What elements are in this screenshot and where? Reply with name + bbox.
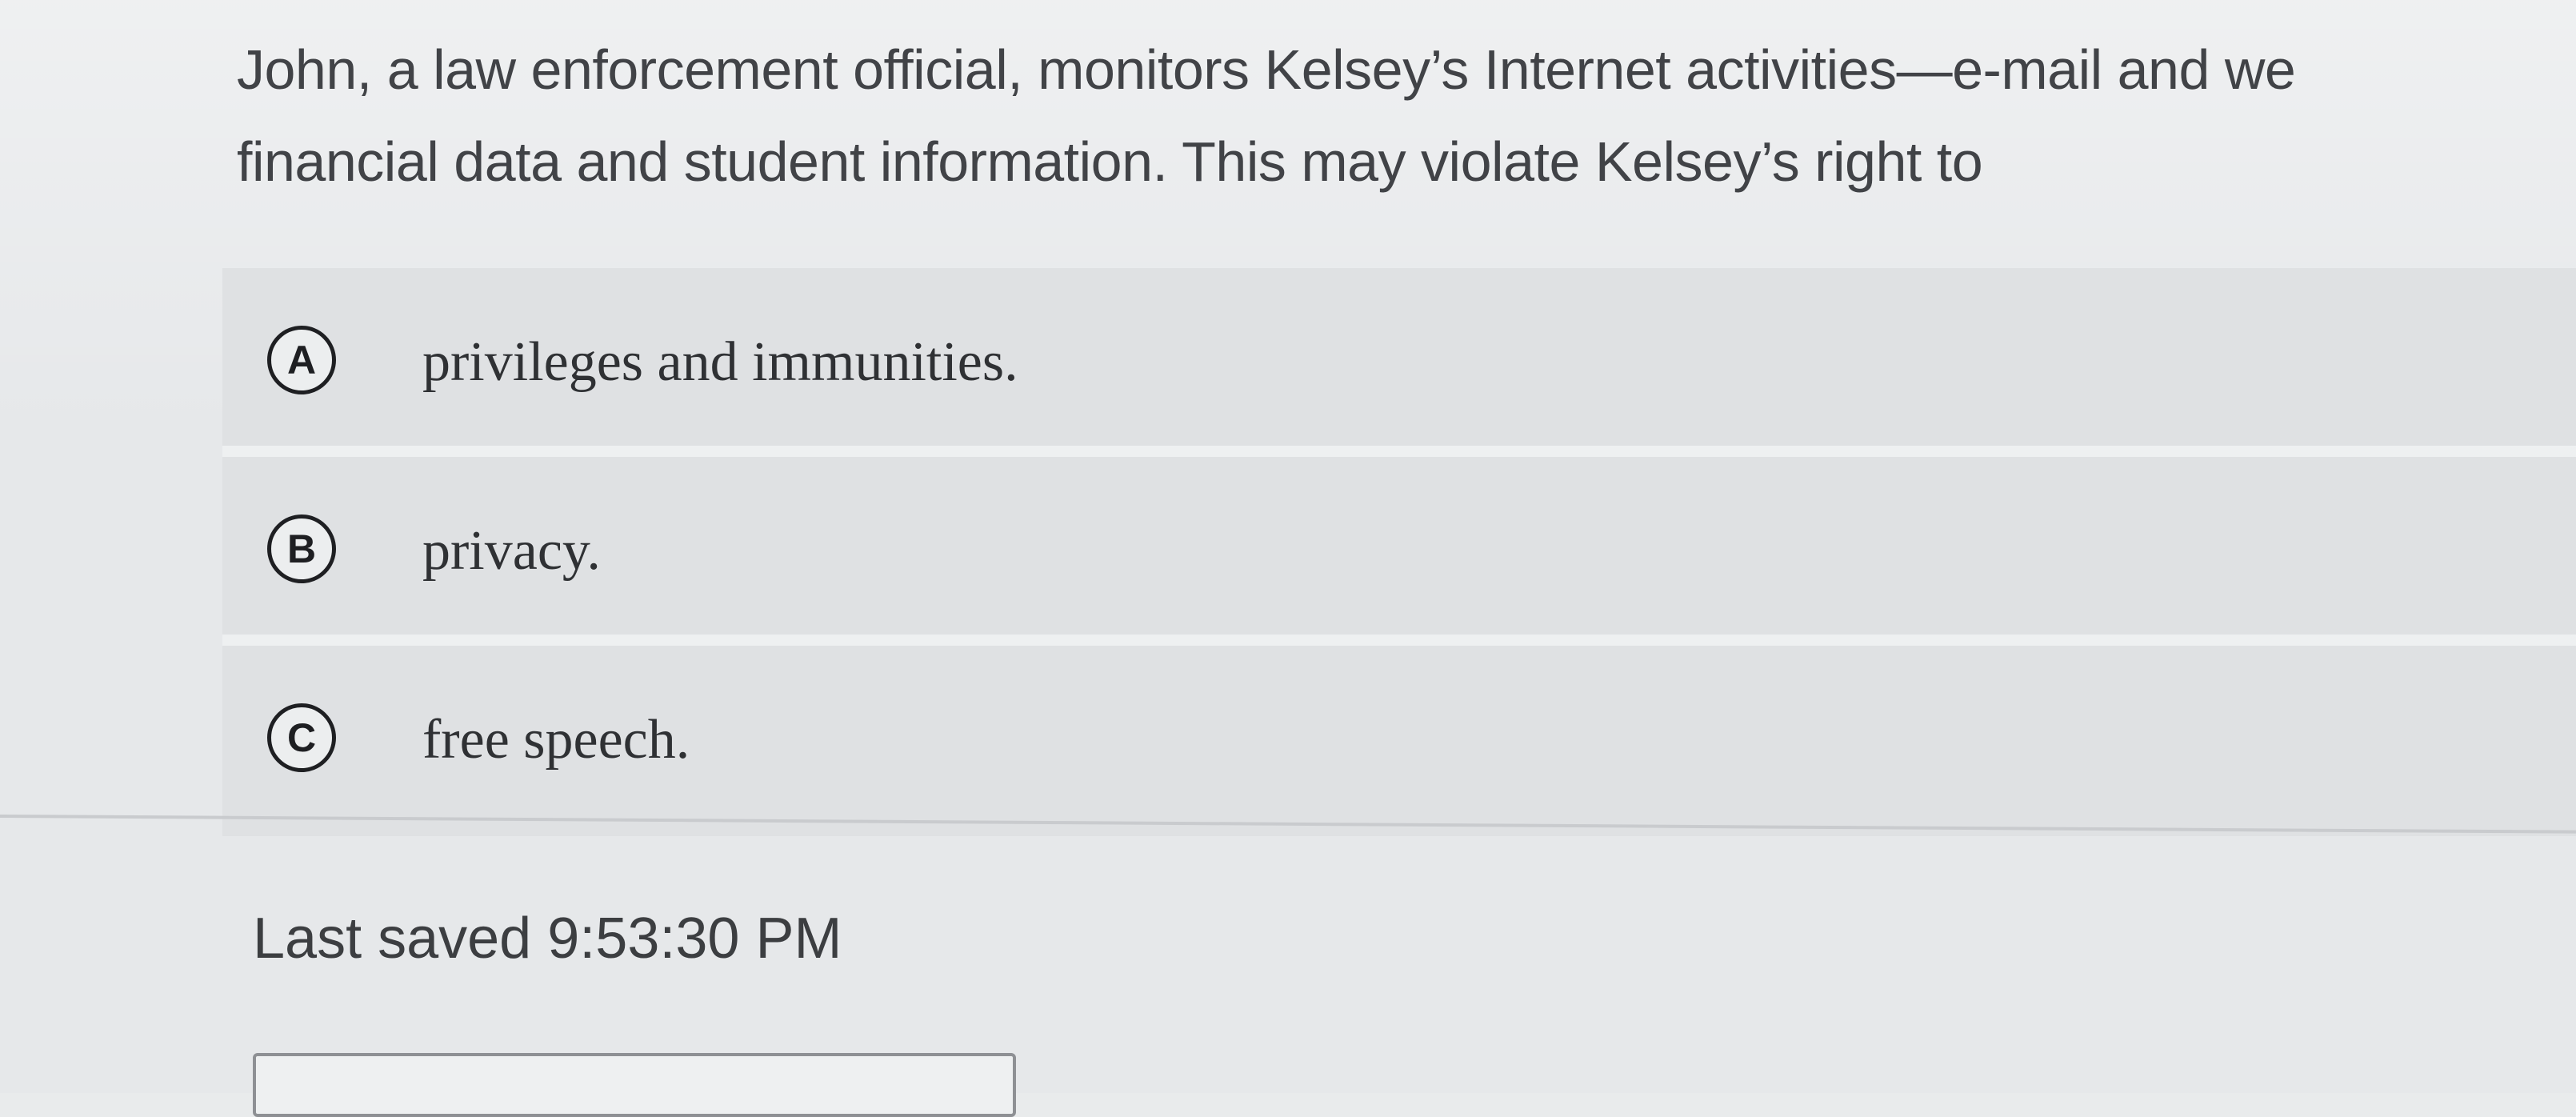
choice-b-letter-badge[interactable]: B xyxy=(267,514,336,583)
quiz-page: John, a law enforcement official, monito… xyxy=(0,0,2576,1117)
question-prompt: John, a law enforcement official, monito… xyxy=(237,24,2576,208)
last-saved-status: Last saved 9:53:30 PM xyxy=(253,907,842,971)
choice-c[interactable]: C free speech. xyxy=(222,646,2576,836)
response-input-box[interactable] xyxy=(253,1053,1016,1117)
choice-b-text: privacy. xyxy=(422,520,601,582)
choice-c-letter-badge[interactable]: C xyxy=(267,703,336,772)
choice-a-letter-badge[interactable]: A xyxy=(267,326,336,394)
answer-choices: A privileges and immunities. B privacy. … xyxy=(222,268,2576,836)
question-line-1: John, a law enforcement official, monito… xyxy=(237,38,2296,101)
choice-a[interactable]: A privileges and immunities. xyxy=(222,268,2576,457)
choice-a-text: privileges and immunities. xyxy=(422,331,1018,393)
choice-b[interactable]: B privacy. xyxy=(222,457,2576,646)
question-line-2: financial data and student information. … xyxy=(237,130,1983,193)
choice-c-text: free speech. xyxy=(422,709,690,771)
